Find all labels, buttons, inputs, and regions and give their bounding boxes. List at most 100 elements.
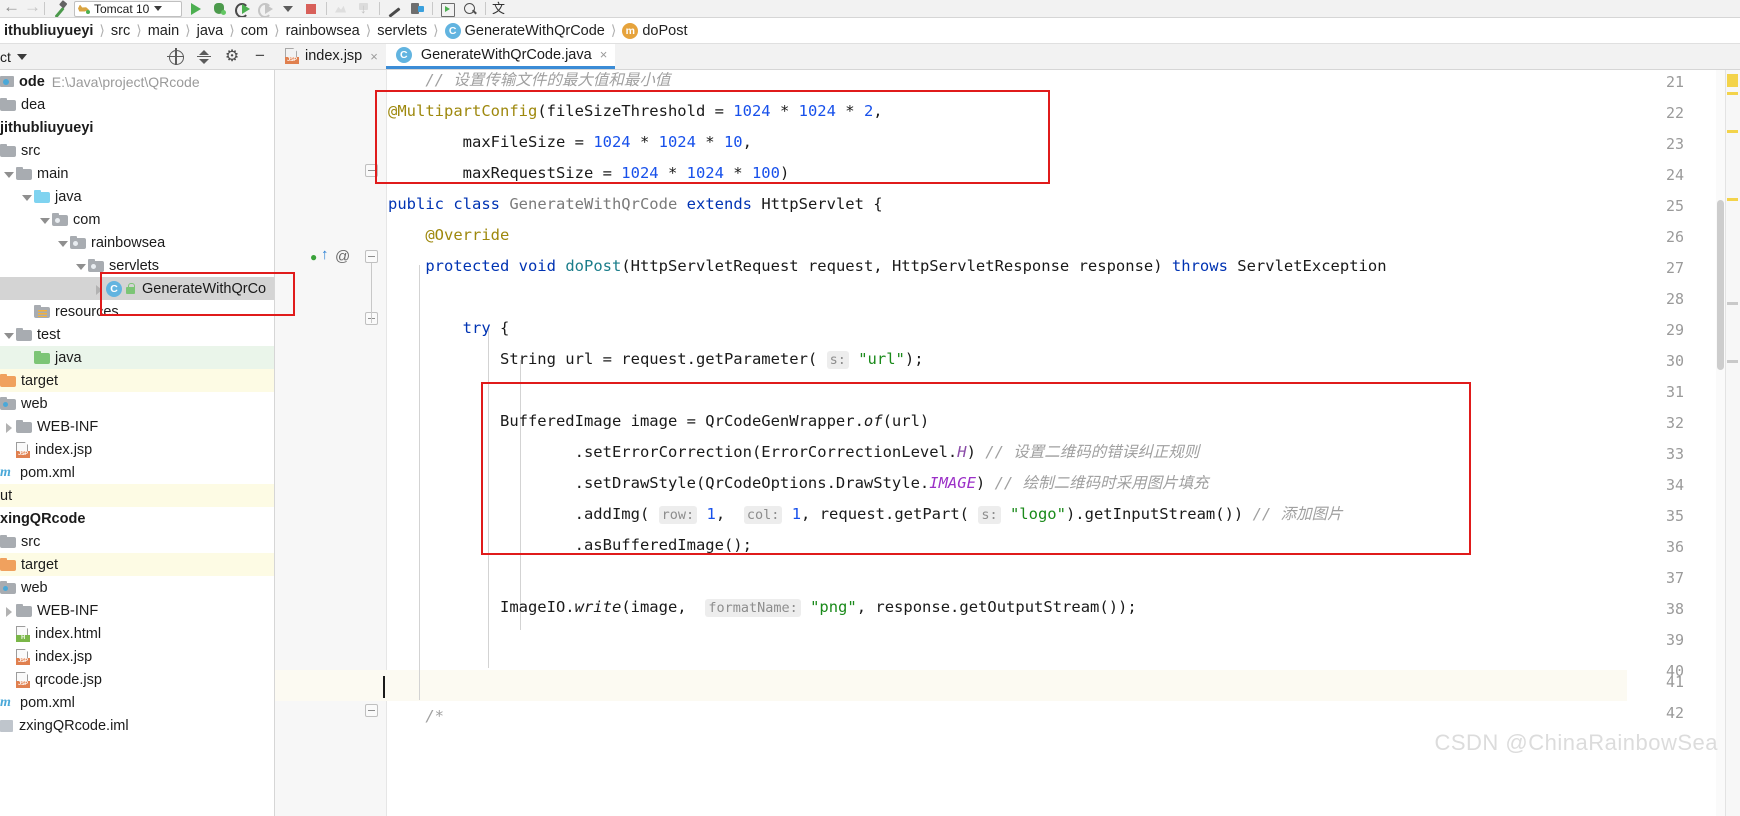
tree-item-webinf-1[interactable]: WEB-INF: [0, 415, 274, 438]
stripe-marker-warning[interactable]: [1727, 74, 1738, 87]
tree-item-idea[interactable]: dea: [0, 93, 274, 116]
chevron-right-icon[interactable]: [92, 282, 106, 296]
profile-icon[interactable]: [257, 1, 274, 17]
run-configuration-selector[interactable]: Tomcat 10: [74, 1, 182, 17]
chevron-down-icon[interactable]: [56, 236, 70, 250]
collapse-all-icon[interactable]: [195, 48, 213, 66]
chevron-right-icon[interactable]: [2, 604, 16, 618]
breadcrumb-item-servlets[interactable]: servlets: [373, 23, 431, 39]
breadcrumb: ithubliuyueyi ⟩ src ⟩ main ⟩ java ⟩ com …: [0, 18, 1740, 44]
run-with-coverage-icon[interactable]: [234, 1, 251, 17]
tree-item-indexhtml[interactable]: H index.html: [0, 622, 274, 645]
close-icon[interactable]: ×: [370, 49, 378, 64]
tree-item-java-test[interactable]: java: [0, 346, 274, 369]
close-icon[interactable]: ×: [600, 47, 608, 62]
tree-item-rainbowsea[interactable]: rainbowsea: [0, 231, 274, 254]
override-marker-icon[interactable]: ●: [310, 250, 317, 264]
stripe-marker-warning[interactable]: [1727, 92, 1738, 95]
tab-index-jsp[interactable]: JSP index.jsp ×: [275, 44, 386, 69]
gear-icon[interactable]: ⚙: [223, 48, 241, 66]
stripe-marker-warning[interactable]: [1727, 130, 1738, 133]
tree-item-web-2[interactable]: web: [0, 576, 274, 599]
chevron-down-icon[interactable]: [2, 167, 16, 181]
code-line-23: maxFileSize = 1024 * 1024 * 10,: [388, 127, 752, 158]
tree-item-generatewithqrcode[interactable]: C GenerateWithQrCo: [0, 277, 274, 300]
translate-icon[interactable]: 文A: [492, 1, 509, 17]
breadcrumb-item-rainbowsea[interactable]: rainbowsea: [282, 23, 364, 39]
chevron-right-icon[interactable]: [2, 420, 16, 434]
breadcrumb-item-main[interactable]: main: [144, 23, 183, 39]
code-line-32: BufferedImage image = QrCodeGenWrapper.o…: [388, 406, 929, 437]
breadcrumb-item-src[interactable]: src: [107, 23, 134, 39]
forward-arrow-icon[interactable]: [23, 2, 38, 16]
project-tree[interactable]: ode E:\Java\project\QRcode dea jithubliu…: [0, 70, 275, 816]
editor-scrollbar-track[interactable]: [1716, 70, 1725, 816]
breadcrumb-item-class[interactable]: C GenerateWithQrCode: [441, 23, 609, 39]
tree-item-servlets[interactable]: servlets: [0, 254, 274, 277]
tree-item-pomxml-1[interactable]: m pom.xml: [0, 461, 274, 484]
code-line-33: .setErrorCorrection(ErrorCorrectionLevel…: [388, 437, 1199, 468]
code-line-29: try {: [388, 313, 509, 344]
layers-icon[interactable]: [409, 1, 426, 17]
chevron-down-icon[interactable]: [20, 190, 34, 204]
tree-item-indexjsp-1[interactable]: JSP index.jsp: [0, 438, 274, 461]
tree-item-test[interactable]: test: [0, 323, 274, 346]
fold-handle[interactable]: [365, 164, 378, 177]
code-content[interactable]: // 设置传输文件的最大值和最小值 @MultipartConfig(fileS…: [388, 70, 1740, 816]
run-icon[interactable]: [188, 1, 205, 17]
stripe-marker-info[interactable]: [1727, 360, 1738, 363]
tree-item-webinf-2[interactable]: WEB-INF: [0, 599, 274, 622]
breadcrumb-item-module[interactable]: ithubliuyueyi: [0, 23, 97, 39]
tree-item-pomxml-2[interactable]: m pom.xml: [0, 691, 274, 714]
tree-item-iml[interactable]: zxingQRcode.iml: [0, 714, 274, 737]
error-stripe[interactable]: [1725, 70, 1740, 816]
stop-icon[interactable]: [303, 1, 320, 17]
tree-item-src-2[interactable]: src: [0, 530, 274, 553]
excluded-folder-icon: [0, 558, 16, 571]
back-arrow-icon[interactable]: [2, 2, 17, 16]
stripe-marker-warning[interactable]: [1727, 198, 1738, 201]
tree-item-web-1[interactable]: web: [0, 392, 274, 415]
tree-item-com[interactable]: com: [0, 208, 274, 231]
stripe-marker-info[interactable]: [1727, 302, 1738, 305]
source-folder-icon: [34, 190, 50, 203]
chevron-down-icon[interactable]: [280, 1, 297, 17]
fold-region-line: [371, 263, 372, 323]
debug-icon[interactable]: [211, 1, 228, 17]
breadcrumb-item-method[interactable]: m doPost: [618, 23, 691, 39]
download-icon[interactable]: [356, 1, 373, 17]
tree-item-resources[interactable]: resources: [0, 300, 274, 323]
chevron-down-icon[interactable]: [2, 328, 16, 342]
build-hammer-icon[interactable]: [50, 0, 70, 18]
tree-item-target-2[interactable]: target: [0, 553, 274, 576]
breadcrumb-item-com[interactable]: com: [237, 23, 272, 39]
chevron-down-icon[interactable]: [74, 259, 88, 273]
locate-icon[interactable]: [167, 48, 185, 66]
tree-item-qrcodejsp[interactable]: JSP qrcode.jsp: [0, 668, 274, 691]
tree-item-target-1[interactable]: target: [0, 369, 274, 392]
wrench-icon[interactable]: [386, 1, 403, 17]
search-everywhere-icon[interactable]: [462, 1, 479, 17]
fold-handle[interactable]: [365, 250, 378, 263]
implements-arrow-icon[interactable]: ↑: [321, 246, 329, 263]
tree-item-module-github[interactable]: jithubliuyueyi: [0, 116, 274, 139]
code-editor[interactable]: 21 22 23 24 25 26 27 28 29 30 31 32 33 3…: [275, 70, 1740, 816]
tree-item-src[interactable]: src: [0, 139, 274, 162]
tree-item-module-zxing[interactable]: xingQRcode: [0, 507, 274, 530]
tree-item-project-root[interactable]: ode E:\Java\project\QRcode: [0, 70, 274, 93]
tree-item-java-main[interactable]: java: [0, 185, 274, 208]
editor-scrollbar-thumb[interactable]: [1717, 200, 1724, 370]
fold-handle[interactable]: [365, 704, 378, 717]
breadcrumb-item-java[interactable]: java: [193, 23, 228, 39]
hide-icon[interactable]: −: [251, 48, 269, 66]
chevron-down-icon[interactable]: [17, 54, 27, 60]
tree-item-indexjsp-2[interactable]: JSP index.jsp: [0, 645, 274, 668]
run-anything-icon[interactable]: [439, 1, 456, 17]
toolbar-divider: [326, 2, 327, 15]
tree-item-main[interactable]: main: [0, 162, 274, 185]
jsp-file-icon: JSP: [16, 442, 30, 458]
tab-generatewithqrcode-java[interactable]: C GenerateWithQrCode.java ×: [386, 44, 615, 69]
tree-item-out[interactable]: ut: [0, 484, 274, 507]
chevron-down-icon[interactable]: [38, 213, 52, 227]
update-app-icon[interactable]: [333, 1, 350, 17]
